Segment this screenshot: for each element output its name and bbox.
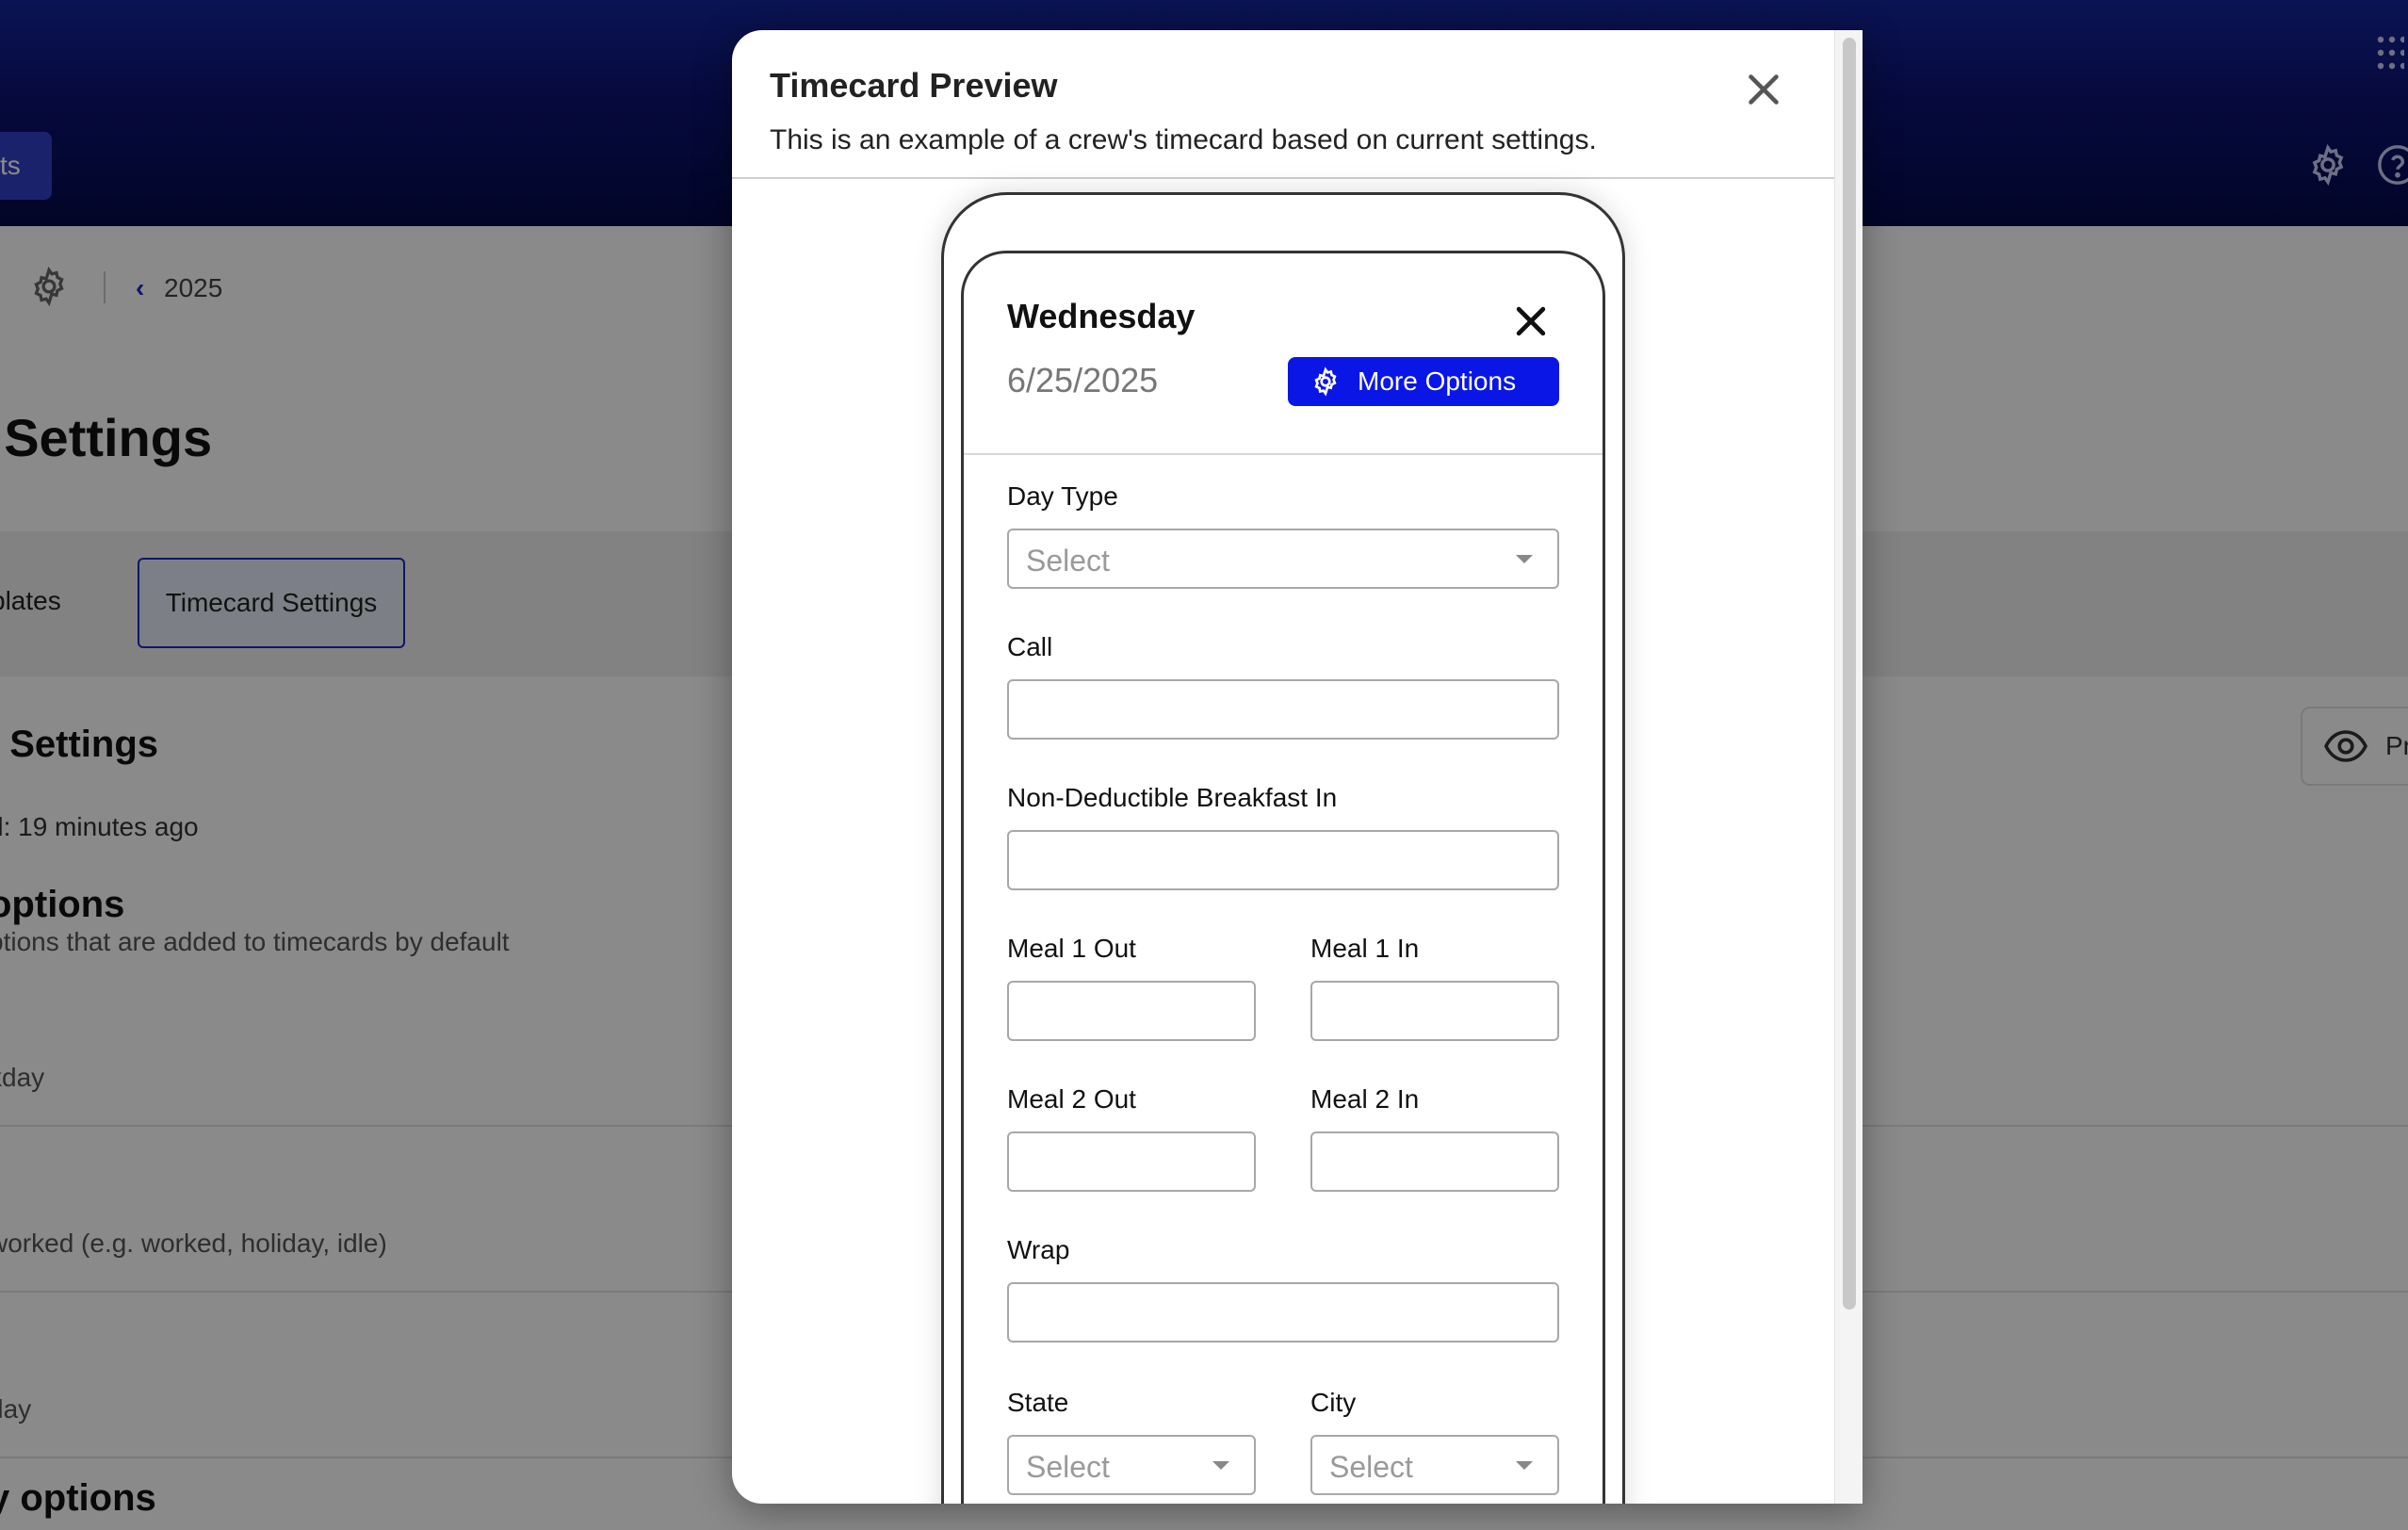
caret-down-icon (1516, 555, 1533, 563)
close-icon[interactable] (1738, 64, 1789, 115)
timecard-card: Wednesday 6/25/2025 More Options Day Typ… (961, 251, 1605, 1504)
meal2-in-label: Meal 2 In (1310, 1084, 1420, 1114)
more-options-button[interactable]: More Options (1288, 357, 1559, 406)
modal-title: Timecard Preview (770, 66, 1058, 105)
city-select[interactable]: Select (1310, 1435, 1559, 1495)
caret-down-icon (1212, 1461, 1229, 1470)
meal2-in-input[interactable] (1310, 1131, 1559, 1192)
caret-down-icon (1516, 1461, 1533, 1470)
city-placeholder: Select (1329, 1450, 1413, 1484)
meal1-in-label: Meal 1 In (1310, 934, 1420, 963)
close-icon[interactable] (1510, 301, 1552, 342)
meal1-out-label: Meal 1 Out (1007, 934, 1136, 963)
wrap-input[interactable] (1007, 1282, 1559, 1343)
call-input[interactable] (1007, 679, 1559, 740)
day-type-placeholder: Select (1026, 544, 1110, 578)
modal-header-divider (732, 177, 1834, 179)
day-type-label: Day Type (1007, 481, 1118, 511)
card-header-divider (964, 453, 1603, 455)
state-placeholder: Select (1026, 1450, 1110, 1484)
meal1-out-input[interactable] (1007, 981, 1256, 1041)
call-label: Call (1007, 632, 1053, 661)
ndb-in-label: Non-Deductible Breakfast In (1007, 783, 1338, 812)
ndb-in-input[interactable] (1007, 830, 1559, 890)
meal2-out-label: Meal 2 Out (1007, 1084, 1136, 1114)
day-date: 6/25/2025 (1007, 361, 1159, 399)
city-label: City (1310, 1388, 1357, 1417)
more-options-label: More Options (1358, 366, 1517, 396)
meal2-out-input[interactable] (1007, 1131, 1256, 1192)
day-type-select[interactable]: Select (1007, 529, 1559, 589)
modal-scrollbar[interactable] (1834, 30, 1863, 1504)
state-label: State (1007, 1388, 1069, 1417)
day-title: Wednesday (1007, 297, 1196, 335)
meal1-in-input[interactable] (1310, 981, 1559, 1041)
modal-subtitle: This is an example of a crew's timecard … (770, 124, 1597, 155)
gear-icon (1314, 366, 1337, 397)
wrap-label: Wrap (1007, 1235, 1070, 1264)
timecard-preview-modal: Timecard Preview This is an example of a… (732, 30, 1863, 1504)
modal-scrollbar-thumb[interactable] (1843, 38, 1856, 1310)
state-select[interactable]: Select (1007, 1435, 1256, 1495)
